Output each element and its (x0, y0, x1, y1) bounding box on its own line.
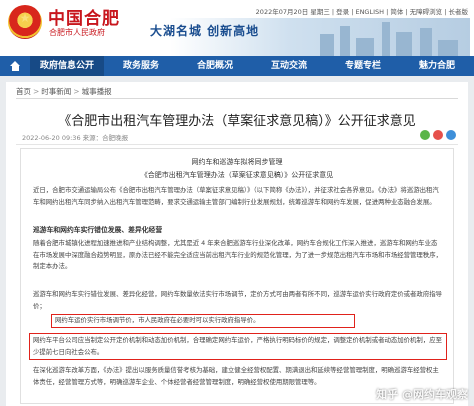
site-logo-subtitle: 合肥市人民政府 (49, 28, 105, 37)
nav-home-button[interactable] (0, 56, 30, 76)
site-logo-title[interactable]: 中国合肥 (48, 4, 120, 29)
article-body-image: 网约车和巡游车拟将同步管理 《合肥市出租汽车管理办法（草案征求意见稿）》公开征求… (20, 148, 454, 404)
doc-heading: 网约车和巡游车拟将同步管理 (191, 158, 283, 166)
doc-subheading: 《合肥市出租汽车管理办法（草案征求意见稿）》公开征求意见 (140, 171, 334, 179)
national-emblem-icon: ★ (8, 5, 42, 39)
nav-item-charm[interactable]: 魅力合肥 (400, 56, 474, 76)
divider (16, 98, 458, 99)
article-card: 首页 > 时事新闻 > 城事播报 《合肥市出租汽车管理办法（草案征求意见稿）》公开征求意… (6, 82, 468, 406)
doc-section-heading: 巡游车和网约车实行错位发展、差异化经营 (33, 226, 163, 234)
city-slogan: 大湖名城 创新高地 (150, 24, 260, 38)
wechat-share-icon[interactable] (420, 130, 430, 140)
nav-item-interaction[interactable]: 互动交流 (252, 56, 326, 76)
doc-paragraph: 巡游车和网约车实行错位发展、差异化经营，网约车数量依法实行市场调节，定价方式可由… (33, 290, 442, 310)
divider (16, 144, 458, 145)
zhihu-watermark: 知乎 @网约车观察 (376, 388, 468, 401)
breadcrumb-home-link[interactable]: 首页 (16, 87, 31, 96)
breadcrumb-news-link[interactable]: 时事新闻 (41, 87, 71, 96)
article-meta: 2022-06-20 09:36 来源：合肥晚报 (22, 134, 129, 142)
qzone-share-icon[interactable] (446, 130, 456, 140)
share-buttons (420, 130, 456, 140)
article-title: 《合肥市出租汽车管理办法（草案征求意见稿）》公开征求意见 (58, 114, 416, 129)
utility-links[interactable]: 2022年07月20日 星期三 | 登录 | ENGLISH | 简体 | 无障… (256, 6, 468, 16)
doc-paragraph: 随着合肥市城镇化进程加速推进和产业结构调整，尤其是近 4 年来合肥巡游车行业深化… (33, 239, 442, 270)
doc-paragraph: 近日，合肥市交通运输局公布《合肥市出租汽车管理办法（草案征求意见稿）》（以下简称… (33, 186, 439, 206)
weibo-share-icon[interactable] (433, 130, 443, 140)
site-header: ★ 中国合肥 合肥市人民政府 2022年07月20日 星期三 | 登录 | EN… (0, 0, 474, 56)
nav-item-topics[interactable]: 专题专栏 (326, 56, 400, 76)
breadcrumb-city-link[interactable]: 城事播报 (82, 87, 112, 96)
breadcrumb: 首页 > 时事新闻 > 城事播报 (16, 87, 112, 96)
nav-item-services[interactable]: 政务服务 (104, 56, 178, 76)
doc-highlighted-text: 网约车平台公司应当制定公开定价机制和动态加价机制，合理确定网约车运价，严格执行明… (33, 336, 442, 356)
home-icon (9, 61, 21, 71)
nav-item-info-disclosure[interactable]: 政府信息公开 (30, 56, 104, 76)
nav-item-overview[interactable]: 合肥概况 (178, 56, 252, 76)
doc-highlighted-text: 网约车运价实行市场调节价，市人民政府在必要时可以实行政府指导价。 (55, 316, 260, 324)
star-icon: ★ (19, 11, 31, 25)
main-nav: 政府信息公开 政务服务 合肥概况 互动交流 专题专栏 魅力合肥 (0, 56, 474, 76)
